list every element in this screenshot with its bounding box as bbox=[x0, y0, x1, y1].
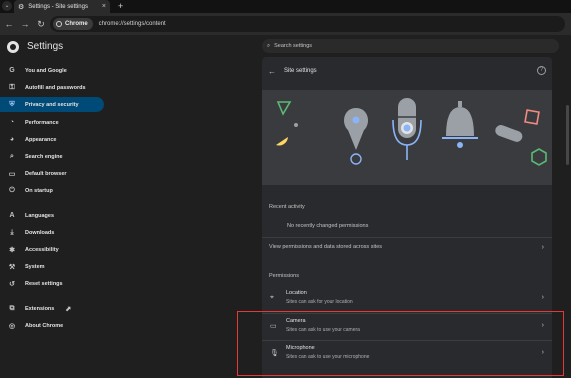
sidebar-item-reset[interactable]: ↺ Reset settings bbox=[0, 276, 104, 291]
illustration-svg bbox=[276, 98, 547, 166]
sidebar-item-label: Languages bbox=[25, 212, 55, 219]
chrome-icon: ◎ bbox=[8, 322, 16, 330]
permission-subtitle: Sites can ask for your location bbox=[286, 299, 353, 305]
address-bar[interactable]: Chrome chrome://settings/content bbox=[50, 16, 565, 32]
reset-icon: ↺ bbox=[9, 280, 15, 288]
sidebar-item-label: Reset settings bbox=[25, 280, 63, 287]
dot-shape bbox=[294, 123, 298, 127]
tab-search-icon[interactable]: ⌄ bbox=[2, 1, 12, 11]
bell-icon bbox=[442, 101, 478, 148]
pill-shape bbox=[495, 125, 523, 142]
gear-icon: ⚙ bbox=[18, 3, 25, 11]
recent-activity-heading: Recent activity bbox=[269, 204, 305, 210]
search-input[interactable]: ⌕ Search settings bbox=[262, 39, 559, 53]
tab-settings[interactable]: ⚙ Settings - Site settings × bbox=[14, 0, 110, 13]
square-shape bbox=[524, 109, 540, 125]
tab-title: Settings - Site settings bbox=[28, 3, 88, 10]
sidebar-item-label: Appearance bbox=[25, 136, 57, 143]
sidebar-item-you-and-google[interactable]: G You and Google bbox=[0, 63, 104, 78]
sidebar-item-label: Privacy and security bbox=[25, 101, 79, 108]
sidebar-item-label: Search engine bbox=[25, 153, 63, 160]
forward-icon[interactable]: → bbox=[20, 19, 30, 29]
chrome-icon bbox=[56, 21, 62, 27]
back-arrow-icon[interactable]: ← bbox=[268, 67, 276, 76]
accessibility-icon: ✱ bbox=[9, 246, 15, 254]
site-chip-label: Chrome bbox=[65, 21, 88, 27]
scrollbar[interactable] bbox=[566, 105, 569, 165]
url-text: chrome://settings/content bbox=[98, 21, 166, 27]
gauge-icon: ◔ bbox=[9, 119, 15, 126]
highlight-box bbox=[237, 311, 564, 376]
sidebar-item-label: Performance bbox=[25, 119, 59, 126]
key-icon: ⚿ bbox=[9, 83, 15, 91]
half-circle-shape bbox=[276, 137, 288, 146]
sidebar-item-default-browser[interactable]: ▭ Default browser bbox=[0, 166, 104, 181]
permissions-heading: Permissions bbox=[269, 273, 299, 279]
help-icon[interactable]: ? bbox=[537, 66, 546, 75]
new-tab-button[interactable]: + bbox=[118, 0, 123, 13]
sidebar-item-performance[interactable]: ◔ Performance bbox=[0, 115, 104, 130]
sidebar-item-label: You and Google bbox=[25, 67, 67, 74]
sidebar-item-label: About Chrome bbox=[25, 322, 64, 329]
view-permissions-label: View permissions and data stored across … bbox=[269, 244, 383, 250]
site-settings-illustration bbox=[262, 90, 552, 185]
sidebar-item-autofill[interactable]: ⚿ Autofill and passwords bbox=[0, 80, 104, 95]
page-title: Settings bbox=[27, 41, 64, 52]
sidebar-item-label: Default browser bbox=[25, 170, 67, 177]
sidebar-item-on-startup[interactable]: ⏻ On startup bbox=[0, 183, 104, 198]
search-icon: ⌕ bbox=[267, 42, 271, 49]
external-link-icon: ⬈ bbox=[65, 305, 72, 313]
sidebar-item-label: Autofill and passwords bbox=[25, 84, 86, 91]
sidebar-item-system[interactable]: ⚒ System bbox=[0, 259, 104, 274]
close-icon[interactable]: × bbox=[102, 3, 106, 10]
search-placeholder: Search settings bbox=[274, 43, 313, 49]
sidebar-item-downloads[interactable]: ⤓ Downloads bbox=[0, 225, 104, 240]
reload-icon[interactable]: ↻ bbox=[36, 19, 46, 30]
sidebar-item-appearance[interactable]: ◕ Appearance bbox=[0, 132, 104, 147]
permission-row-location[interactable]: ⌖ Location Sites can ask for your locati… bbox=[262, 286, 552, 312]
sidebar-item-label: Extensions bbox=[25, 305, 55, 312]
search-icon: ⌕ bbox=[10, 152, 14, 160]
chevron-right-icon: › bbox=[541, 294, 544, 301]
sidebar-item-label: System bbox=[25, 263, 45, 270]
browser-icon: ▭ bbox=[8, 170, 16, 178]
site-chip[interactable]: Chrome bbox=[53, 18, 93, 30]
sidebar-item-languages[interactable]: A Languages bbox=[0, 208, 104, 223]
back-icon[interactable]: ← bbox=[4, 19, 14, 29]
tab-strip: ⌄ ⚙ Settings - Site settings × + bbox=[0, 0, 571, 13]
palette-icon: ◕ bbox=[9, 136, 15, 143]
recent-activity-empty: No recently changed permissions bbox=[287, 223, 369, 229]
sidebar-item-privacy[interactable]: ⛨ Privacy and security bbox=[0, 97, 104, 112]
card-title: Site settings bbox=[284, 68, 317, 74]
sidebar-item-search-engine[interactable]: ⌕ Search engine bbox=[0, 149, 104, 164]
sidebar-item-label: Accessibility bbox=[25, 246, 59, 253]
chrome-logo-icon bbox=[7, 41, 19, 53]
location-pin-icon bbox=[344, 108, 368, 165]
download-icon: ⤓ bbox=[10, 228, 14, 236]
location-icon: ⌖ bbox=[270, 294, 274, 301]
chevron-right-icon: › bbox=[541, 244, 544, 251]
view-permissions-row[interactable]: View permissions and data stored across … bbox=[262, 238, 552, 260]
sidebar-item-label: On startup bbox=[25, 187, 53, 194]
sidebar-item-about-chrome[interactable]: ◎ About Chrome bbox=[0, 318, 104, 333]
sidebar-item-extensions[interactable]: ⧉ Extensions ⬈ bbox=[0, 301, 104, 316]
permission-title: Location bbox=[286, 290, 307, 296]
google-icon: G bbox=[9, 67, 15, 74]
sidebar-item-label: Downloads bbox=[25, 229, 55, 236]
power-icon: ⏻ bbox=[9, 186, 15, 194]
triangle-shape bbox=[276, 101, 292, 116]
card-header: ← Site settings bbox=[262, 57, 552, 85]
microphone-icon bbox=[392, 98, 422, 160]
shield-icon: ⛨ bbox=[9, 100, 15, 108]
sidebar-item-accessibility[interactable]: ✱ Accessibility bbox=[0, 242, 104, 257]
hexagon-shape bbox=[531, 148, 547, 166]
puzzle-icon: ⧉ bbox=[9, 304, 15, 312]
browser-toolbar: ← → ↻ Chrome chrome://settings/content bbox=[0, 13, 571, 35]
wrench-icon: ⚒ bbox=[8, 263, 16, 271]
translate-icon: A bbox=[9, 212, 15, 219]
